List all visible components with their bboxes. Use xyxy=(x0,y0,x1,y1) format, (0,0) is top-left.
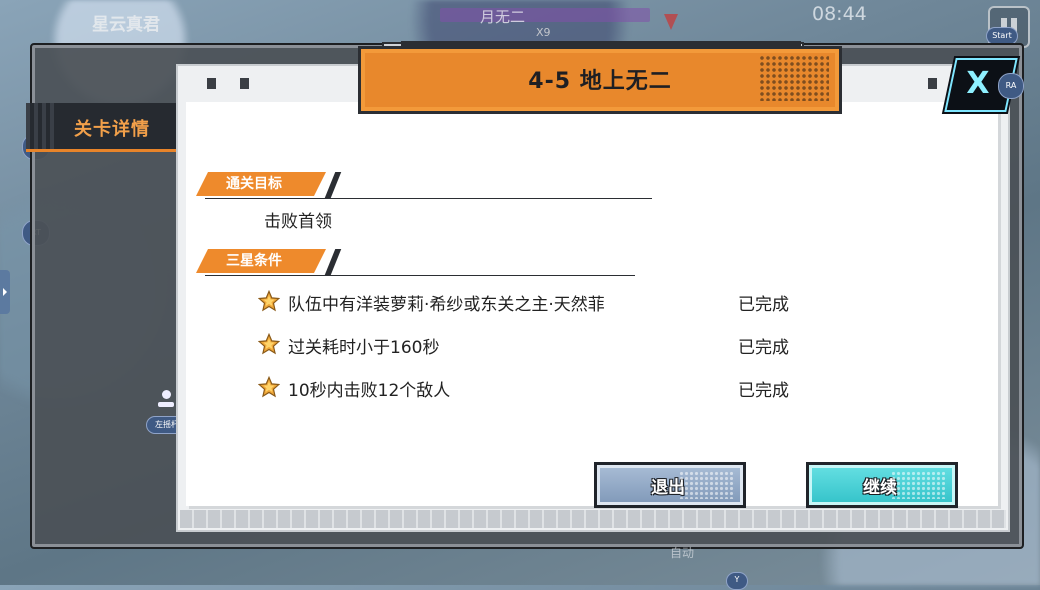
decor-square xyxy=(207,78,216,89)
tab-label: 关卡详情 xyxy=(74,119,150,140)
boss-name: 月无二 xyxy=(480,8,526,26)
hud-stage-name: 星云真君 xyxy=(92,15,160,35)
condition-row: 10秒内击败12个敌人 已完成 xyxy=(258,374,818,401)
condition-text: 10秒内击败12个敌人 xyxy=(288,381,451,401)
objective-text: 击败首领 xyxy=(264,212,332,232)
condition-text: 队伍中有洋装萝莉·希纱或东关之主·天然菲 xyxy=(288,295,605,315)
close-icon: X xyxy=(966,66,990,101)
objective-section-tag: 通关目标 xyxy=(196,172,326,196)
auto-label: 自动 xyxy=(670,546,695,560)
star-icon xyxy=(258,333,280,355)
decor-square xyxy=(240,78,249,89)
decor-square xyxy=(928,78,937,89)
dialog-header: 4-5 地上无二 xyxy=(358,41,842,114)
condition-row: 队伍中有洋装萝莉·希纱或东关之主·天然菲 已完成 xyxy=(258,288,818,315)
continue-button[interactable]: 继续 xyxy=(806,462,958,508)
side-drawer-handle[interactable] xyxy=(0,270,10,314)
tab-stage-details[interactable]: 关卡详情 xyxy=(26,103,191,152)
condition-status: 已完成 xyxy=(738,338,789,358)
exit-button[interactable]: 退出 xyxy=(594,462,746,508)
star-icon xyxy=(258,290,280,312)
halftone-decor xyxy=(679,471,735,499)
dialog-bottom-strip xyxy=(180,510,1006,528)
section-divider xyxy=(205,275,635,276)
halftone-decor xyxy=(891,471,947,499)
condition-status: 已完成 xyxy=(738,381,789,401)
hud-topbar: 星云真君 月无二 X9 08:44 xyxy=(0,0,1040,48)
halftone-decor xyxy=(759,55,829,101)
condition-status: 已完成 xyxy=(738,295,789,315)
section-divider xyxy=(205,198,652,199)
arrow-down-icon xyxy=(664,14,678,30)
ra-hint: RA xyxy=(998,73,1024,99)
condition-text: 过关耗时小于160秒 xyxy=(288,338,440,358)
hud-timer: 08:44 xyxy=(812,3,867,25)
boss-health-bar xyxy=(440,8,650,22)
joystick-icon xyxy=(158,390,174,410)
y-hint: Y xyxy=(726,572,748,590)
boss-health-count: X9 xyxy=(536,26,551,39)
condition-row: 过关耗时小于160秒 已完成 xyxy=(258,331,818,358)
star-icon xyxy=(258,376,280,398)
star-section-tag: 三星条件 xyxy=(196,249,326,273)
